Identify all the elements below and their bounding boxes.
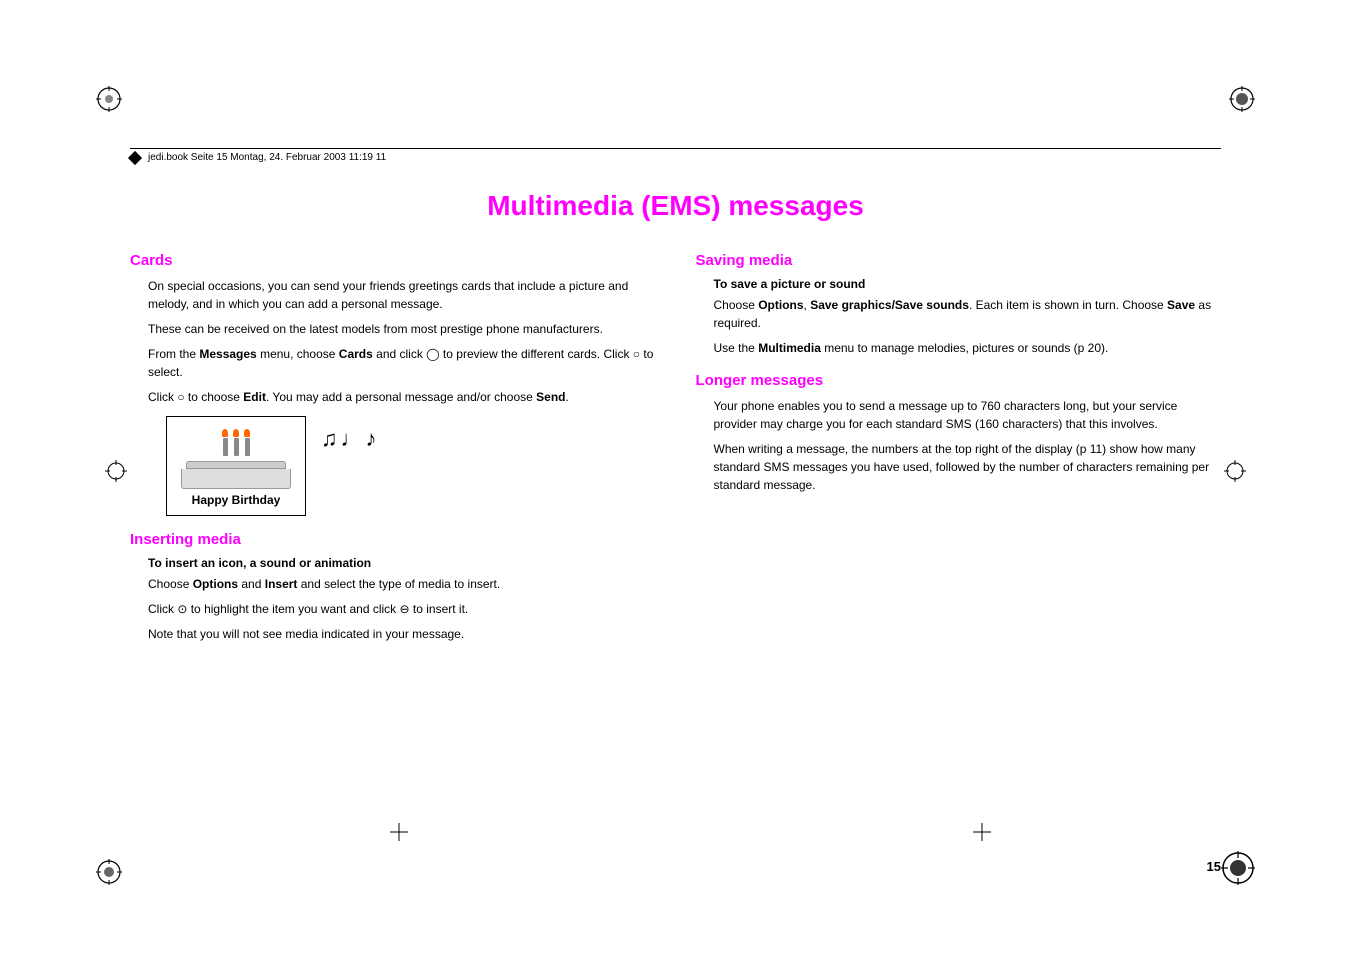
diamond-icon [128,150,142,164]
card-illustration: Happy Birthday ♫♩♪ [166,416,656,516]
reg-mark-bottom-left [95,858,123,889]
crosshair-mid-left [105,460,127,485]
options-bold: Options [193,577,238,591]
saving-media-section: Saving media To save a picture or sound … [696,252,1222,357]
cards-para4-start: Click ○ to choose [148,390,243,404]
longer-messages-heading: Longer messages [696,372,1222,389]
cards-content: On special occasions, you can send your … [148,277,656,516]
reg-mark-top-left [95,85,123,116]
crosshair-mid-right [1224,460,1246,485]
flame-2 [233,429,239,437]
page-number: 15 [1207,859,1221,874]
messages-bold: Messages [199,347,256,361]
cards-para3-prefix: From the [148,347,199,361]
file-info-bar: jedi.book Seite 15 Montag, 24. Februar 2… [130,148,1221,166]
two-column-layout: Cards On special occasions, you can send… [130,252,1221,834]
cards-para1: On special occasions, you can send your … [148,277,656,313]
longer-messages-content: Your phone enables you to send a message… [714,397,1222,494]
cards-para4-mid: . You may add a personal message and/or … [266,390,536,404]
candle-3 [244,429,250,456]
cake-top [186,461,286,469]
candle-body-3 [245,438,250,456]
insert-para1-end: and select the type of media to insert. [297,577,500,591]
options-bold-2: Options [758,298,803,312]
candles [222,429,250,456]
insert-para1-start: Choose [148,577,193,591]
save-use: Use the [714,341,759,355]
edit-bold: Edit [243,390,266,404]
save-para2-end: menu to manage melodies, pictures or sou… [821,341,1108,355]
save-para1: Choose Options, Save graphics/Save sound… [714,296,1222,332]
inserting-media-content: To insert an icon, a sound or animation … [148,556,656,643]
flame-3 [244,429,250,437]
save-para1-mid: . Each item is shown in turn. Choose [969,298,1167,312]
save-para2: Use the Multimedia menu to manage melodi… [714,339,1222,357]
save-bold: Save [1167,298,1195,312]
cards-para4-end: . [566,390,569,404]
birthday-label: Happy Birthday [192,493,281,507]
saving-media-content: To save a picture or sound Choose Option… [714,277,1222,357]
inserting-media-section: Inserting media To insert an icon, a sou… [130,531,656,643]
candle-1 [222,429,228,456]
candle-body-2 [234,438,239,456]
insert-subtitle: To insert an icon, a sound or animation [148,556,656,570]
cards-heading: Cards [130,252,656,269]
send-bold: Send [536,390,565,404]
cards-para3-mid: menu, choose [257,347,339,361]
candle-body-1 [223,438,228,456]
page-title: Multimedia (EMS) messages [130,190,1221,222]
inserting-media-heading: Inserting media [130,531,656,548]
save-graphics-bold: Save graphics/Save sounds [810,298,969,312]
right-column: Saving media To save a picture or sound … [696,252,1222,834]
longer-messages-section: Longer messages Your phone enables you t… [696,372,1222,494]
page: jedi.book Seite 15 Montag, 24. Februar 2… [0,0,1351,954]
flame-1 [222,429,228,437]
save-subtitle: To save a picture or sound [714,277,1222,291]
insert-para2: Click ⊙ to highlight the item you want a… [148,600,656,618]
cards-section: Cards On special occasions, you can send… [130,252,656,516]
birthday-card-box: Happy Birthday [166,416,306,516]
insert-para1-and: and [238,577,265,591]
cake-bottom [181,469,291,489]
reg-mark-top-right [1228,85,1256,116]
cards-para3: From the Messages menu, choose Cards and… [148,345,656,381]
reg-mark-bottom-right [1220,850,1256,889]
file-info-text: jedi.book Seite 15 Montag, 24. Februar 2… [148,152,386,163]
left-column: Cards On special occasions, you can send… [130,252,656,834]
saving-media-heading: Saving media [696,252,1222,269]
insert-bold: Insert [265,577,298,591]
insert-para1: Choose Options and Insert and select the… [148,575,656,593]
longer-para2: When writing a message, the numbers at t… [714,440,1222,494]
cards-para4: Click ○ to choose Edit. You may add a pe… [148,388,656,406]
candle-2 [233,429,239,456]
cards-para2: These can be received on the latest mode… [148,320,656,338]
music-notes: ♫♩♪ [321,426,380,452]
content-area: Multimedia (EMS) messages Cards On speci… [130,180,1221,834]
multimedia-bold: Multimedia [758,341,821,355]
cards-bold: Cards [339,347,373,361]
insert-para3: Note that you will not see media indicat… [148,625,656,643]
save-choose: Choose [714,298,759,312]
longer-para1: Your phone enables you to send a message… [714,397,1222,433]
